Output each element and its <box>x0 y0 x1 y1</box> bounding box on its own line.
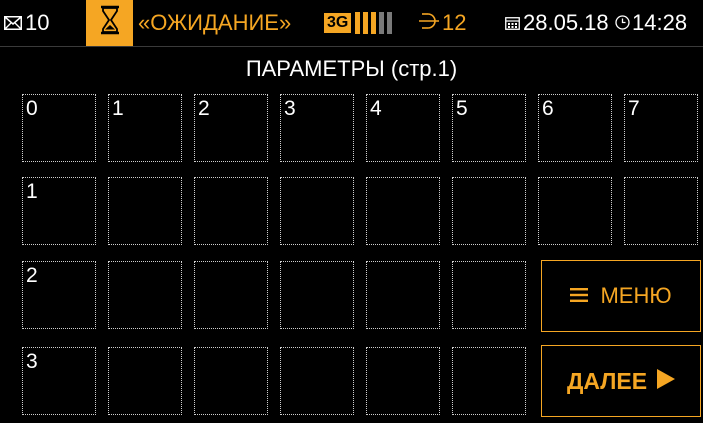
date-display: 28.05.18 <box>505 0 609 46</box>
next-button[interactable]: ДАЛЕЕ <box>541 345 701 417</box>
device-status: «ОЖИДАНИЕ» <box>138 0 291 46</box>
signal-strength <box>355 12 395 34</box>
grid-cell[interactable]: 4 <box>366 94 440 162</box>
grid-cell[interactable] <box>538 177 612 245</box>
signal-bar <box>363 12 369 34</box>
grid-cell[interactable]: 2 <box>194 94 268 162</box>
mail-icon <box>4 10 25 36</box>
grid-cell[interactable]: 5 <box>452 94 526 162</box>
menu-icon <box>570 283 600 309</box>
grid-cell[interactable] <box>452 177 526 245</box>
hourglass-icon <box>99 5 121 41</box>
column-label: 4 <box>370 97 382 120</box>
antenna-count: 12 <box>442 10 467 35</box>
grid-cell[interactable]: 0 <box>22 94 96 162</box>
grid-cell[interactable] <box>366 347 440 415</box>
network-indicator: 3G <box>324 0 395 46</box>
next-button-label: ДАЛЕЕ <box>566 367 648 394</box>
grid-cell[interactable] <box>194 177 268 245</box>
grid-cell[interactable] <box>280 177 354 245</box>
antenna-indicator: 12 <box>418 0 466 46</box>
column-label: 2 <box>198 97 210 120</box>
messages-count: 10 <box>25 10 50 35</box>
signal-bar <box>355 12 361 34</box>
menu-button-label: МЕНЮ <box>600 283 672 308</box>
grid-cell[interactable]: 3 <box>280 94 354 162</box>
clock-icon <box>615 10 632 36</box>
calendar-icon <box>505 10 523 36</box>
grid-cell[interactable] <box>624 177 698 245</box>
row-label: 2 <box>26 264 38 287</box>
row-label: 0 <box>26 97 38 120</box>
grid-cell[interactable] <box>194 261 268 329</box>
grid-cell[interactable] <box>452 261 526 329</box>
column-label: 7 <box>628 97 640 120</box>
grid-cell[interactable]: 3 <box>22 347 96 415</box>
grid-cell[interactable] <box>366 177 440 245</box>
page-title: ПАРАМЕТРЫ (стр.1) <box>245 56 458 81</box>
date-text: 28.05.18 <box>523 10 609 35</box>
status-text: «ОЖИДАНИЕ» <box>138 10 292 35</box>
grid-cell[interactable]: 1 <box>108 94 182 162</box>
network-type-badge: 3G <box>324 13 352 33</box>
signal-bar <box>387 12 393 34</box>
column-label: 6 <box>542 97 554 120</box>
grid-cell[interactable] <box>280 347 354 415</box>
play-arrow-icon <box>647 368 676 395</box>
menu-button[interactable]: МЕНЮ <box>541 260 701 332</box>
grid-cell[interactable] <box>108 347 182 415</box>
grid-cell[interactable] <box>452 347 526 415</box>
messages-indicator[interactable]: 10 <box>4 0 49 46</box>
row-label: 1 <box>26 180 38 203</box>
signal-bar <box>371 12 377 34</box>
signal-bar <box>379 12 385 34</box>
time-display: 14:28 <box>615 0 687 46</box>
grid-cell[interactable]: 1 <box>22 177 96 245</box>
grid-cell[interactable] <box>280 261 354 329</box>
grid-cell[interactable] <box>108 261 182 329</box>
column-label: 3 <box>284 97 296 120</box>
grid-cell[interactable] <box>194 347 268 415</box>
row-label: 3 <box>26 350 38 373</box>
hourglass-status <box>86 0 133 46</box>
status-bar: 10 «ОЖИДАНИЕ» 3G 12 28.05.18 14:28 <box>0 0 703 47</box>
grid-cell[interactable]: 2 <box>22 261 96 329</box>
time-text: 14:28 <box>632 10 688 35</box>
column-label: 5 <box>456 97 468 120</box>
column-label: 1 <box>112 97 124 120</box>
grid-cell[interactable]: 7 <box>624 94 698 162</box>
grid-cell[interactable] <box>108 177 182 245</box>
antenna-icon <box>418 10 442 36</box>
grid-cell[interactable] <box>366 261 440 329</box>
grid-cell[interactable]: 6 <box>538 94 612 162</box>
